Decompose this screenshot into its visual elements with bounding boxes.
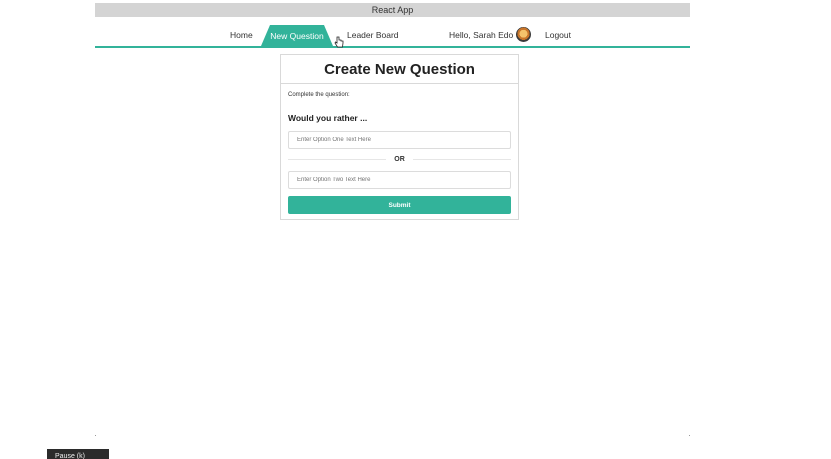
divider-line	[412, 158, 511, 160]
window-title-bar: React App	[95, 3, 690, 17]
corner-marker	[689, 435, 690, 436]
nav-new-question-tab[interactable]: New Question	[261, 25, 333, 46]
top-nav: Home New Question Leader Board Hello, Sa…	[95, 25, 690, 48]
new-question-card: Create New Question Complete the questio…	[280, 54, 519, 220]
or-label: OR	[394, 155, 405, 163]
window-title: React App	[371, 5, 414, 15]
question-prompt: Would you rather ...	[288, 113, 368, 123]
avatar-icon	[516, 27, 531, 42]
nav-new-question-label: New Question	[270, 30, 324, 41]
divider-line	[288, 158, 387, 160]
app-window: React App Home New Question Leader Board…	[0, 0, 831, 459]
option-two-input[interactable]	[288, 171, 511, 189]
pause-tooltip: Pause (k)	[47, 449, 109, 459]
or-divider: OR	[288, 154, 511, 164]
user-greeting: Hello, Sarah Edo	[449, 30, 514, 40]
option-one-input[interactable]	[288, 131, 511, 149]
instructions-text: Complete the question:	[288, 92, 350, 98]
nav-underline	[95, 46, 690, 48]
nav-home-link[interactable]: Home	[230, 30, 253, 40]
nav-logout-link[interactable]: Logout	[545, 30, 571, 40]
card-title: Create New Question	[281, 55, 518, 84]
corner-marker	[95, 435, 96, 436]
nav-leader-board-link[interactable]: Leader Board	[347, 30, 399, 40]
submit-button[interactable]: Submit	[288, 196, 511, 214]
hand-cursor-icon	[334, 36, 344, 48]
